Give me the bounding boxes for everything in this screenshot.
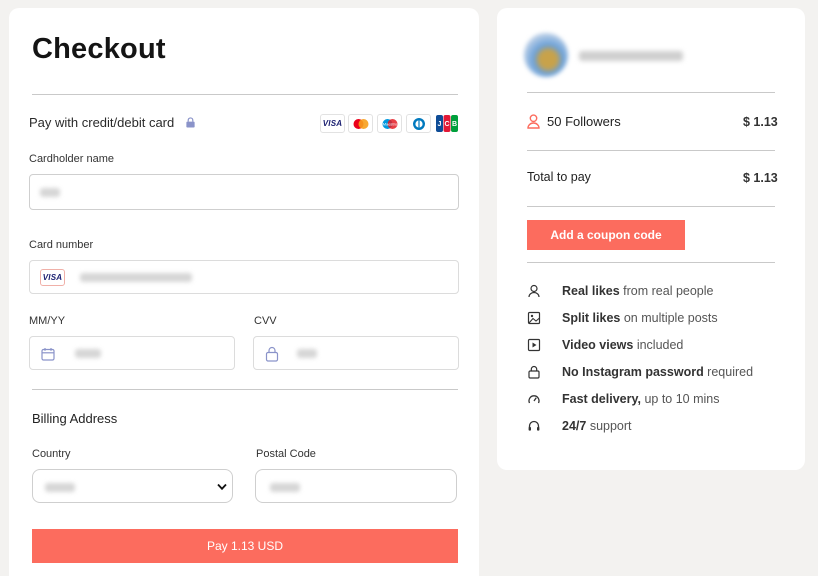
svg-text:J: J [438,121,442,128]
mastercard-icon [348,114,373,133]
divider [527,92,775,93]
diners-icon [406,114,431,133]
feature-item: 24/7 support [527,417,787,435]
divider [527,150,775,151]
add-coupon-button[interactable]: Add a coupon code [527,220,685,250]
maestro-icon: Maestro [377,114,402,133]
checkout-panel: Checkout Pay with credit/debit card VISA… [9,8,479,576]
cvv-value-redacted [297,349,317,358]
total-label: Total to pay [527,170,591,184]
cardholder-label: Cardholder name [29,153,114,165]
expiry-label: MM/YY [29,315,66,327]
divider [527,206,775,207]
country-value-redacted [45,483,75,492]
cvv-input[interactable] [253,336,459,370]
order-summary-panel: 50 Followers $ 1.13 Total to pay $ 1.13 … [497,8,805,470]
country-label: Country [32,448,71,460]
cvv-label: CVV [254,315,277,327]
page-title: Checkout [32,33,166,65]
expiry-input[interactable] [29,336,235,370]
card-number-value-redacted [80,273,192,282]
play-icon [527,338,541,352]
divider [527,262,775,263]
feature-item: Real likes from real people [527,282,787,300]
calendar-icon [41,348,55,361]
user-icon [528,284,540,298]
speedometer-icon [528,395,540,404]
feature-item: Fast delivery, up to 10 mins [527,390,787,408]
country-select[interactable] [32,469,233,503]
postal-code-input[interactable] [255,469,457,503]
postal-code-value-redacted [270,483,300,492]
svg-text:C: C [444,121,449,128]
pay-button[interactable]: Pay 1.13 USD [32,529,458,563]
order-item-price: $ 1.13 [743,115,778,129]
order-item-label: 50 Followers [547,114,621,129]
total-price: $ 1.13 [743,171,778,185]
headset-icon [528,420,540,431]
cardholder-value-redacted [40,188,60,197]
visa-icon: VISA [320,114,345,133]
lock-icon [265,346,279,362]
feature-item: Split likes on multiple posts [527,309,787,327]
user-icon [527,114,540,129]
divider [32,94,458,95]
billing-title: Billing Address [32,411,118,426]
pay-method-label: Pay with credit/debit card [29,115,175,130]
card-number-label: Card number [29,239,94,251]
svg-text:B: B [452,121,457,128]
visa-icon: VISA [40,269,65,286]
postal-code-label: Postal Code [256,448,316,460]
lock-icon [186,117,195,128]
feature-item: Video views included [527,336,787,354]
cardholder-input[interactable] [29,174,459,210]
svg-text:Maestro: Maestro [382,121,397,126]
image-icon [527,311,541,325]
username-redacted [579,51,683,61]
expiry-value-redacted [75,349,101,358]
jcb-icon: JCB [435,114,459,133]
chevron-down-icon [217,483,227,491]
card-number-input[interactable]: VISA [29,260,459,294]
divider [32,389,458,390]
feature-item: No Instagram password required [527,363,787,381]
lock-icon [528,365,540,379]
avatar [524,33,568,77]
